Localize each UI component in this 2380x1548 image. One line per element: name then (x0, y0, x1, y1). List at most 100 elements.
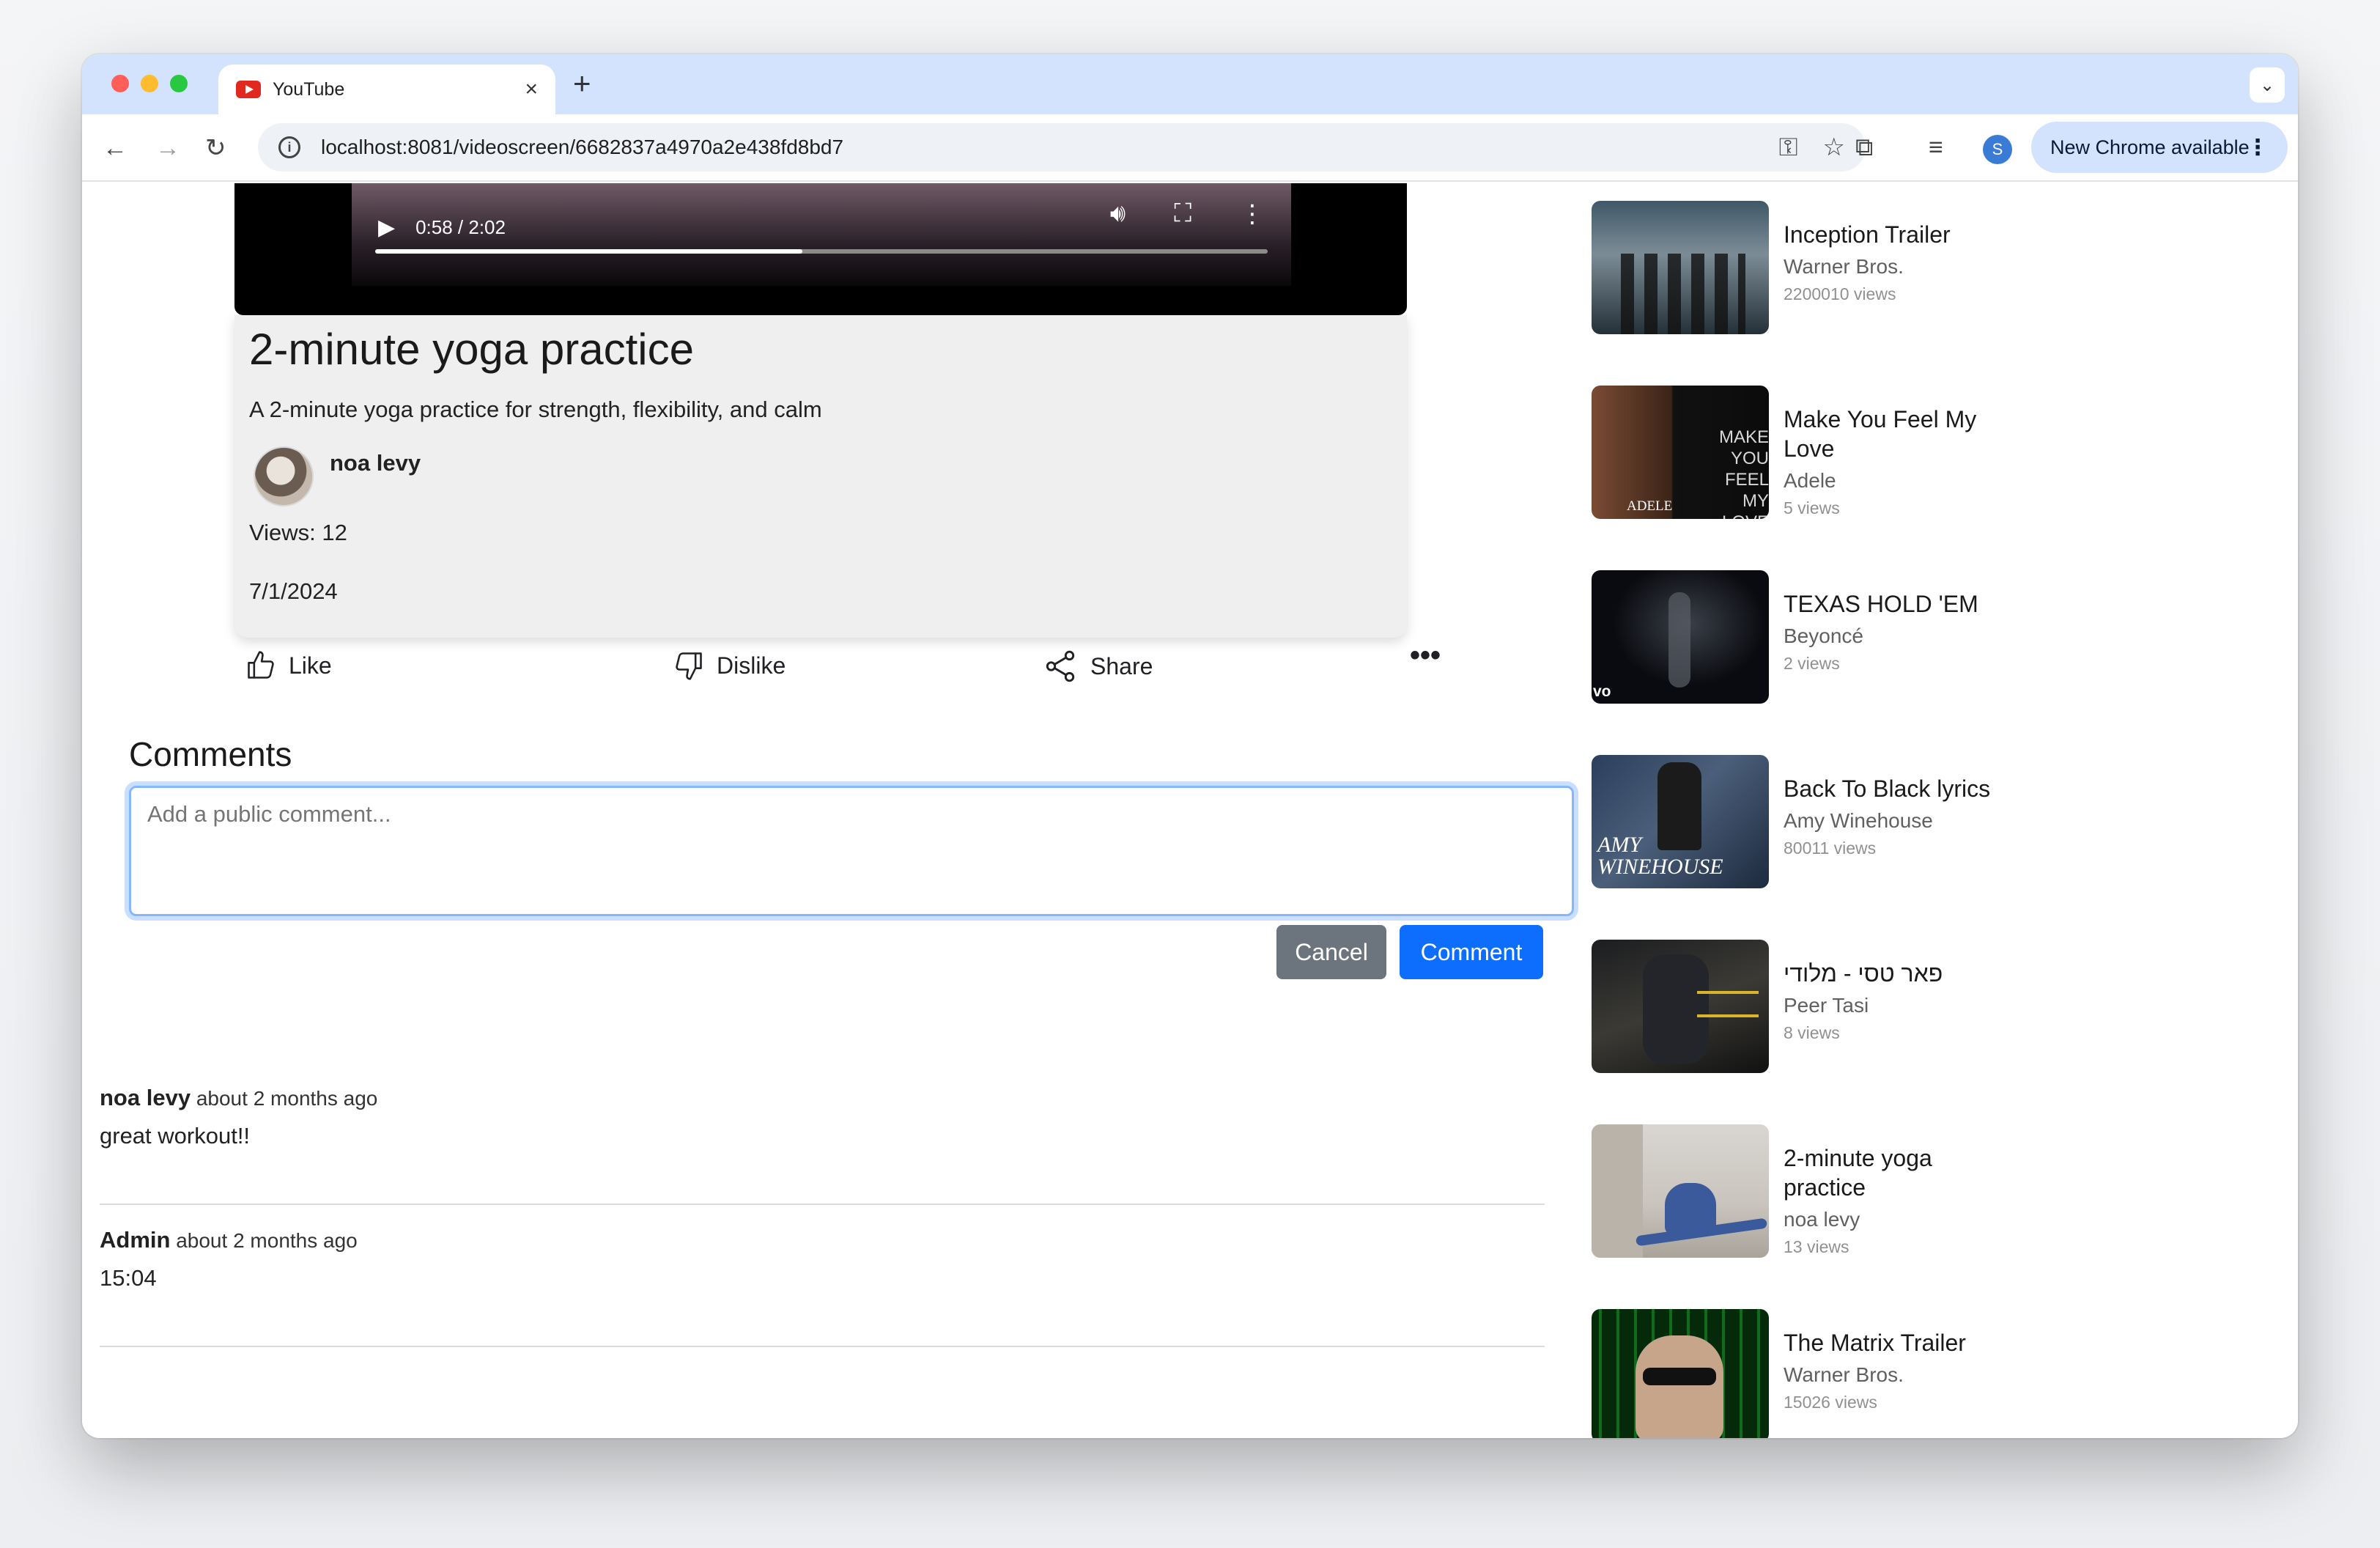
comment-meta: Admin about 2 months ago (100, 1227, 1545, 1253)
video-thumbnail[interactable]: vo (1592, 570, 1769, 704)
fullscreen-icon[interactable]: ⛶ (1174, 199, 1191, 229)
related-video-title[interactable]: The Matrix Trailer (1784, 1328, 2018, 1357)
player-controls: ▶ 0:58 / 2:02 🔊︎ ⛶ ⋮ (352, 183, 1291, 279)
related-video-title[interactable]: Make You Feel My Love (1784, 405, 2018, 463)
related-video-views: 8 views (1784, 1023, 1840, 1042)
related-video-channel: noa levy (1784, 1208, 1860, 1231)
share-icon (1046, 650, 1075, 682)
thumbnail-caption: AMY WINEHOUSE (1597, 833, 1723, 879)
comment-text: great workout!! (100, 1123, 251, 1149)
vevo-logo: vo (1593, 683, 1611, 700)
volume-icon[interactable]: 🔊︎ (1110, 199, 1126, 229)
thumbs-down-icon (676, 652, 702, 680)
comment-divider (100, 1346, 1545, 1347)
maximize-window-button[interactable] (170, 75, 188, 92)
address-bar[interactable]: i localhost:8081/videoscreen/6682837a497… (258, 123, 1866, 172)
related-video-channel: Warner Bros. (1784, 255, 1904, 278)
related-video-views: 80011 views (1784, 838, 1877, 858)
related-video-title[interactable]: 2-minute yoga practice (1784, 1143, 2018, 1202)
related-video-item[interactable]: MAKE YOU FEEL MY LOVE ADELE Make You Fee… (1592, 386, 2104, 522)
related-video-text: 2-minute yoga practice noa levy 13 views (1784, 1124, 2018, 1261)
play-icon[interactable]: ▶ (378, 215, 395, 240)
reload-icon[interactable]: ↻ (205, 130, 226, 166)
video-thumbnail[interactable]: AMY WINEHOUSE (1592, 755, 1769, 888)
comments-heading: Comments (129, 735, 292, 773)
progress-bar[interactable] (375, 249, 1268, 254)
related-video-text: Inception Trailer Warner Bros. 2200010 v… (1784, 201, 2018, 337)
like-button[interactable]: Like (245, 648, 332, 683)
progress-fill (375, 249, 803, 254)
comment-text: 15:04 (100, 1265, 157, 1291)
share-button[interactable]: Share (1042, 648, 1153, 685)
browser-window: YouTube × + ⌄ ← → ↻ i localhost:8081/vid… (82, 54, 2298, 1438)
dislike-button[interactable]: Dislike (673, 648, 786, 683)
video-thumbnail[interactable]: MAKE YOU FEEL MY LOVE ADELE (1592, 386, 1769, 519)
related-video-item[interactable]: 2-minute yoga practice noa levy 13 views (1592, 1124, 2104, 1261)
related-video-text: TEXAS HOLD 'EM Beyoncé 2 views (1784, 570, 2018, 707)
upload-date: 7/1/2024 (249, 578, 338, 604)
tab-youtube[interactable]: YouTube × (218, 64, 555, 114)
tab-strip: YouTube × + ⌄ (82, 54, 2298, 114)
related-video-views: 13 views (1784, 1237, 1849, 1256)
video-thumbnail[interactable] (1592, 201, 1769, 334)
video-description: A 2-minute yoga practice for strength, f… (249, 397, 822, 422)
reading-list-icon[interactable]: ≡ (1929, 133, 1943, 162)
view-count: Views: 12 (249, 520, 347, 545)
video-actions: Like Dislike Share ••• (234, 638, 1441, 696)
avatar[interactable] (254, 446, 314, 506)
related-video-title[interactable]: Back To Black lyrics (1784, 774, 2018, 803)
profile-avatar[interactable]: S (1983, 135, 2012, 164)
password-key-icon[interactable]: ⚿ (1779, 133, 1798, 162)
tab-search-chevron-icon[interactable]: ⌄ (2250, 67, 2285, 103)
player-options-icon[interactable]: ⋮ (1240, 199, 1265, 229)
video-thumbnail[interactable] (1592, 940, 1769, 1073)
related-video-item[interactable]: AMY WINEHOUSE Back To Black lyrics Amy W… (1592, 755, 2104, 891)
related-video-item[interactable]: Inception Trailer Warner Bros. 2200010 v… (1592, 201, 2104, 337)
url-text[interactable]: localhost:8081/videoscreen/6682837a4970a… (321, 136, 1754, 159)
related-video-title[interactable]: פאר טסי - מלודי (1784, 959, 2018, 988)
video-info-card: 2-minute yoga practice A 2-minute yoga p… (234, 315, 1407, 638)
comment-submit-button[interactable]: Comment (1400, 925, 1543, 979)
related-video-item[interactable]: The Matrix Trailer Warner Bros. 15026 vi… (1592, 1309, 2104, 1438)
video-thumbnail[interactable] (1592, 1124, 1769, 1258)
uploader[interactable]: noa levy (249, 446, 1392, 506)
comment-item: noa levy about 2 months ago great workou… (100, 1085, 1545, 1205)
comment-author[interactable]: Admin (100, 1227, 170, 1253)
comment-author[interactable]: noa levy (100, 1085, 191, 1110)
comment-divider (100, 1204, 1545, 1205)
comment-time: about 2 months ago (176, 1229, 358, 1252)
comment-input[interactable] (129, 786, 1574, 916)
related-video-channel: Warner Bros. (1784, 1363, 1904, 1386)
dislike-label: Dislike (717, 652, 786, 679)
new-tab-button[interactable]: + (573, 66, 591, 101)
related-video-title[interactable]: Inception Trailer (1784, 220, 2018, 249)
thumbnail-caption: MAKE YOU FEEL MY LOVE (1718, 427, 1769, 519)
related-video-item[interactable]: פאר טסי - מלודי Peer Tasi 8 views (1592, 940, 2104, 1076)
related-video-views: 2 views (1784, 654, 1840, 673)
video-title: 2-minute yoga practice (249, 325, 694, 374)
related-video-text: The Matrix Trailer Warner Bros. 15026 vi… (1784, 1309, 2018, 1438)
related-video-title[interactable]: TEXAS HOLD 'EM (1784, 589, 2018, 619)
cancel-button[interactable]: Cancel (1276, 925, 1386, 979)
comment-time: about 2 months ago (196, 1087, 378, 1110)
close-window-button[interactable] (111, 75, 129, 92)
more-actions-icon[interactable]: ••• (1410, 639, 1441, 672)
extensions-puzzle-icon[interactable]: ⧉ (1855, 133, 1873, 162)
related-video-channel: Amy Winehouse (1784, 809, 1933, 832)
share-label: Share (1090, 652, 1153, 679)
video-thumbnail[interactable] (1592, 1309, 1769, 1438)
bookmark-star-icon[interactable]: ☆ (1823, 133, 1845, 162)
comment-item: Admin about 2 months ago 15:04 (100, 1227, 1545, 1347)
chrome-update-button[interactable]: New Chrome available ⋮ (2031, 122, 2288, 173)
site-info-icon[interactable]: i (278, 136, 300, 158)
forward-arrow-icon[interactable]: → (155, 130, 180, 166)
related-video-views: 2200010 views (1784, 284, 1896, 303)
uploader-name[interactable]: noa levy (330, 450, 421, 476)
related-video-item[interactable]: vo TEXAS HOLD 'EM Beyoncé 2 views (1592, 570, 2104, 707)
page-viewport: ▶ 0:58 / 2:02 🔊︎ ⛶ ⋮ 2-minute yoga pract… (82, 183, 2298, 1438)
minimize-window-button[interactable] (141, 75, 158, 92)
close-tab-icon[interactable]: × (525, 78, 538, 100)
video-player[interactable]: ▶ 0:58 / 2:02 🔊︎ ⛶ ⋮ (234, 183, 1407, 315)
back-arrow-icon[interactable]: ← (103, 130, 128, 166)
related-video-views: 5 views (1784, 498, 1840, 517)
